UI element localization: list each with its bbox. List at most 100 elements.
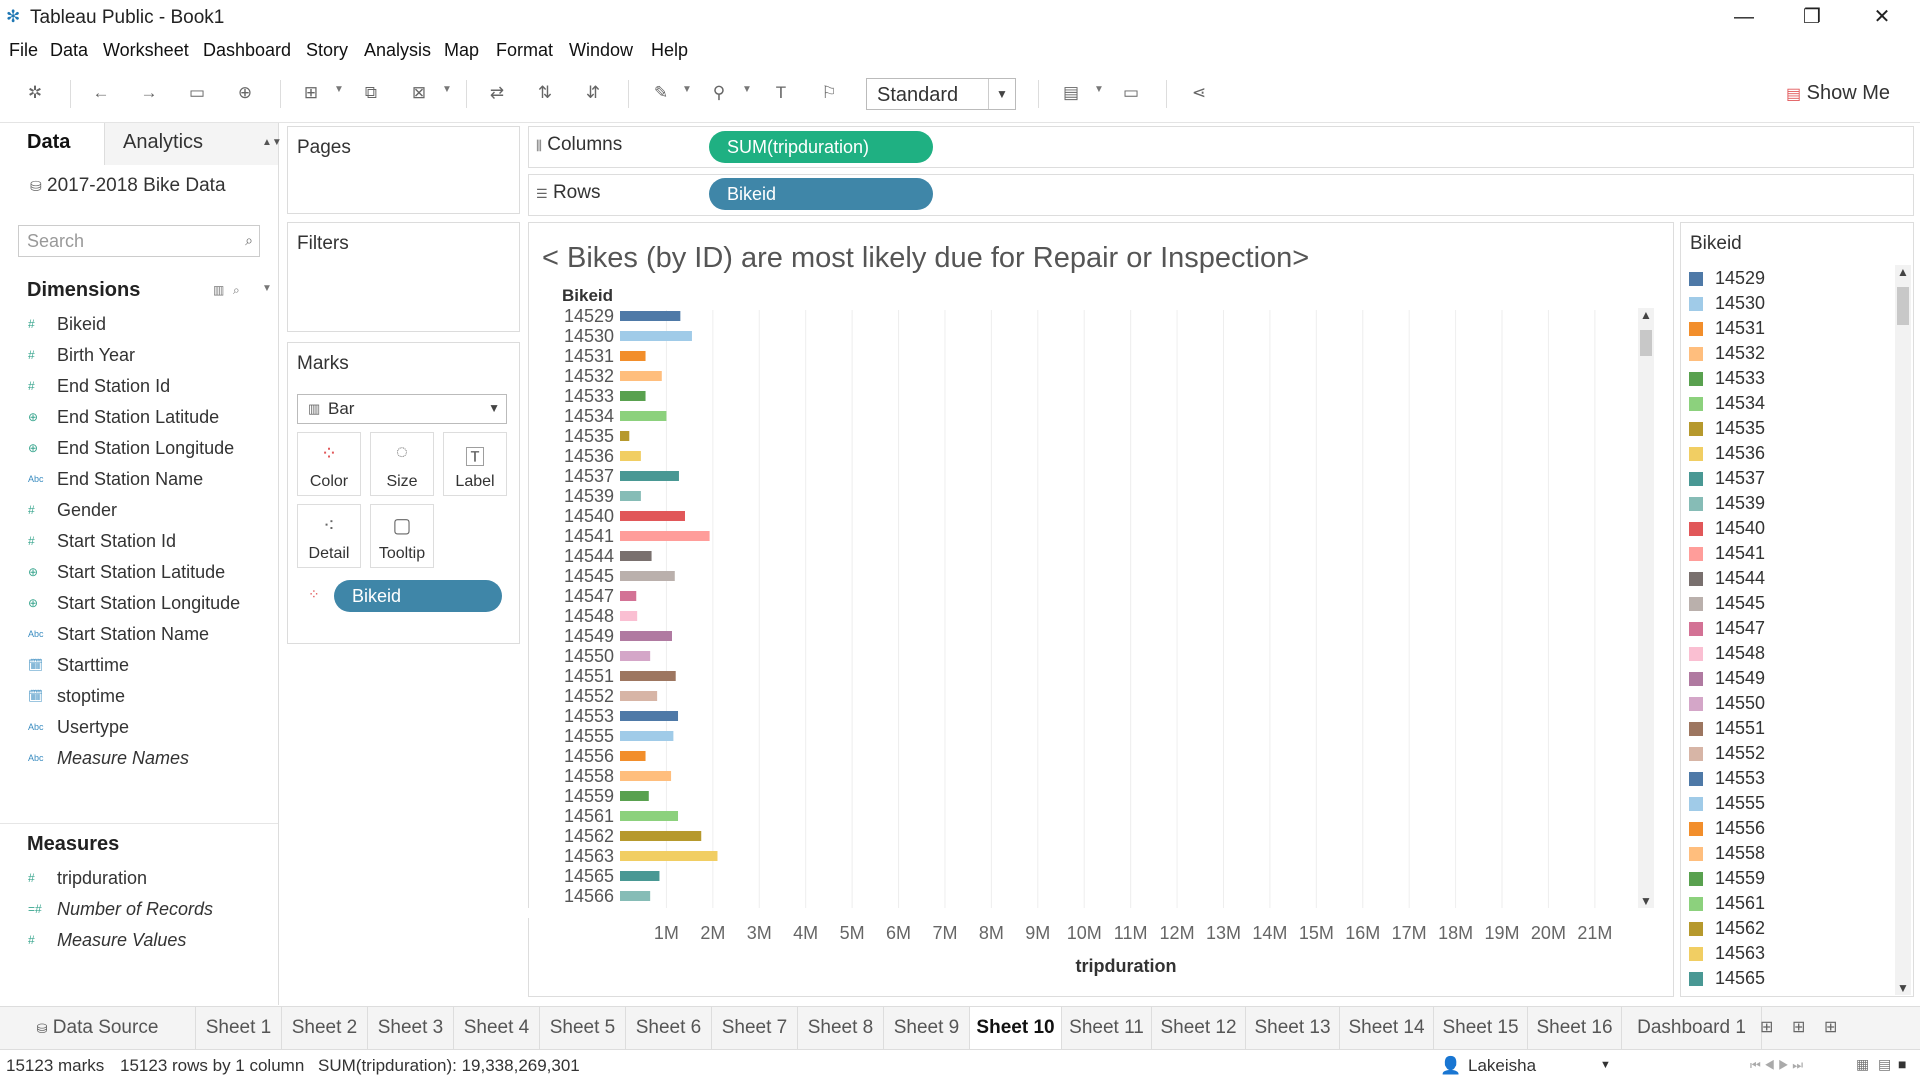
- show-cards-icon[interactable]: ▤: [1060, 82, 1082, 104]
- duplicate-sheet-icon[interactable]: ⧉: [360, 82, 382, 104]
- sheet-tab[interactable]: Sheet 8: [798, 1007, 884, 1049]
- legend-scrollbar[interactable]: ▲ ▼: [1895, 265, 1911, 995]
- bar[interactable]: [620, 791, 649, 801]
- grid-view-icon[interactable]: ▦: [1856, 1056, 1869, 1073]
- pin-axes-icon[interactable]: ⚐: [818, 82, 840, 104]
- marks-bikeid-pill[interactable]: Bikeid: [334, 580, 502, 612]
- user-dropdown-icon[interactable]: ▼: [1600, 1059, 1611, 1071]
- bar[interactable]: [620, 371, 662, 381]
- sheet-tab[interactable]: Sheet 4: [454, 1007, 540, 1049]
- bar[interactable]: [620, 531, 710, 541]
- dimension-field[interactable]: 🗓 stoptime: [0, 683, 278, 711]
- group-members-icon[interactable]: ⚲: [708, 82, 730, 104]
- detail-button[interactable]: ⁖ Detail: [297, 504, 361, 568]
- clear-sheet-icon[interactable]: ⊠: [408, 82, 430, 104]
- dimension-field[interactable]: 🗓 Starttime: [0, 652, 278, 680]
- sheet-tab[interactable]: Sheet 7: [712, 1007, 798, 1049]
- bar[interactable]: [620, 491, 641, 501]
- tab-data[interactable]: Data: [27, 131, 70, 154]
- bar[interactable]: [620, 731, 674, 741]
- bar[interactable]: [620, 751, 646, 761]
- dimension-field[interactable]: # End Station Id: [0, 373, 278, 401]
- sheet-tab[interactable]: Sheet 6: [626, 1007, 712, 1049]
- new-worksheet-icon[interactable]: ⊞: [1760, 1017, 1773, 1037]
- bar[interactable]: [620, 591, 637, 601]
- bar[interactable]: [620, 351, 646, 361]
- tab-nav-icons[interactable]: ⏮ ◀ ▶ ⏭: [1750, 1058, 1803, 1073]
- bar[interactable]: [620, 771, 672, 781]
- sheet-tab[interactable]: Sheet 13: [1246, 1007, 1340, 1049]
- undo-icon[interactable]: ←: [90, 82, 112, 104]
- color-button[interactable]: ⁘ Color: [297, 432, 361, 496]
- dimension-field[interactable]: ⊕ Start Station Longitude: [0, 590, 278, 618]
- show-labels-icon[interactable]: T: [770, 82, 792, 104]
- tab-data-source[interactable]: ⛁ Data Source: [0, 1007, 196, 1049]
- list-view-icon[interactable]: ▤: [1878, 1056, 1891, 1073]
- bar[interactable]: [620, 391, 646, 401]
- show-me-button[interactable]: ▤ Show Me: [1786, 82, 1890, 105]
- dimension-field[interactable]: # Gender: [0, 497, 278, 525]
- dimension-field[interactable]: # Birth Year: [0, 342, 278, 370]
- view-toggle-icon[interactable]: ▥: [213, 283, 224, 297]
- viz-scrollbar[interactable]: ▲ ▼: [1638, 308, 1654, 908]
- menu-map[interactable]: Map: [444, 40, 479, 61]
- bar[interactable]: [620, 851, 718, 861]
- bar[interactable]: [620, 691, 658, 701]
- datasource-row[interactable]: ⛁ 2017-2018 Bike Data: [30, 175, 226, 197]
- new-dashboard-icon[interactable]: ⊞: [1792, 1017, 1805, 1037]
- sort-descending-icon[interactable]: ⇵: [582, 82, 604, 104]
- rows-pill[interactable]: Bikeid: [709, 178, 933, 210]
- tableau-home-icon[interactable]: ✲: [24, 82, 46, 104]
- bar[interactable]: [620, 411, 667, 421]
- label-button[interactable]: 🅃 Label: [443, 432, 507, 496]
- group-dropdown-icon[interactable]: ▼: [742, 84, 752, 95]
- chevron-down-icon[interactable]: ▼: [488, 401, 500, 415]
- minimize-icon[interactable]: —: [1714, 2, 1774, 32]
- dimension-field[interactable]: ⊕ End Station Latitude: [0, 404, 278, 432]
- highlight-icon[interactable]: ✎: [650, 82, 672, 104]
- pane-menu-icon[interactable]: ▲▼: [262, 137, 282, 148]
- sheet-tab[interactable]: Sheet 1: [196, 1007, 282, 1049]
- pages-card[interactable]: Pages: [287, 126, 520, 214]
- bar[interactable]: [620, 331, 692, 341]
- menu-file[interactable]: File: [9, 40, 38, 61]
- presentation-mode-icon[interactable]: ▭: [1120, 82, 1142, 104]
- dimension-field[interactable]: # Bikeid: [0, 311, 278, 339]
- status-user[interactable]: Lakeisha: [1468, 1056, 1536, 1076]
- dimension-field[interactable]: ⊕ End Station Longitude: [0, 435, 278, 463]
- sheet-tab[interactable]: Sheet 5: [540, 1007, 626, 1049]
- menu-help[interactable]: Help: [651, 40, 688, 61]
- scroll-down-icon[interactable]: ▼: [1640, 894, 1652, 908]
- sheet-tab[interactable]: Sheet 16: [1528, 1007, 1622, 1049]
- menu-worksheet[interactable]: Worksheet: [103, 40, 189, 61]
- menu-story[interactable]: Story: [306, 40, 348, 61]
- search-input[interactable]: [25, 226, 229, 256]
- new-story-icon[interactable]: ⊞: [1824, 1017, 1837, 1037]
- new-worksheet-dropdown-icon[interactable]: ▼: [334, 84, 344, 95]
- redo-icon[interactable]: →: [138, 82, 160, 104]
- filters-card[interactable]: Filters: [287, 222, 520, 332]
- sheet-tab[interactable]: Sheet 12: [1152, 1007, 1246, 1049]
- highlight-dropdown-icon[interactable]: ▼: [682, 84, 692, 95]
- bar[interactable]: [620, 651, 651, 661]
- clear-sheet-dropdown-icon[interactable]: ▼: [442, 84, 452, 95]
- sheet-tab[interactable]: Sheet 2: [282, 1007, 368, 1049]
- bar[interactable]: [620, 571, 675, 581]
- dashboard-tab[interactable]: Dashboard 1: [1622, 1007, 1762, 1049]
- measure-field[interactable]: # tripduration: [0, 865, 278, 893]
- measure-field[interactable]: =# Number of Records: [0, 896, 278, 924]
- scroll-up-icon[interactable]: ▲: [1640, 308, 1652, 322]
- dimension-field[interactable]: Abc End Station Name: [0, 466, 278, 494]
- dimension-field[interactable]: Abc Usertype: [0, 714, 278, 742]
- mark-type-select[interactable]: ▥ Bar ▼: [297, 394, 507, 424]
- bar[interactable]: [620, 551, 652, 561]
- bar[interactable]: [620, 831, 702, 841]
- restore-icon[interactable]: ❐: [1782, 2, 1842, 32]
- dimension-field[interactable]: Abc Measure Names: [0, 745, 278, 773]
- swap-rows-columns-icon[interactable]: ⇄: [486, 82, 508, 104]
- fit-select[interactable]: Standard ▼: [866, 78, 1016, 110]
- close-icon[interactable]: ✕: [1852, 2, 1912, 32]
- columns-pill[interactable]: SUM(tripduration): [709, 131, 933, 163]
- tooltip-button[interactable]: ▢ Tooltip: [370, 504, 434, 568]
- dimension-field[interactable]: ⊕ Start Station Latitude: [0, 559, 278, 587]
